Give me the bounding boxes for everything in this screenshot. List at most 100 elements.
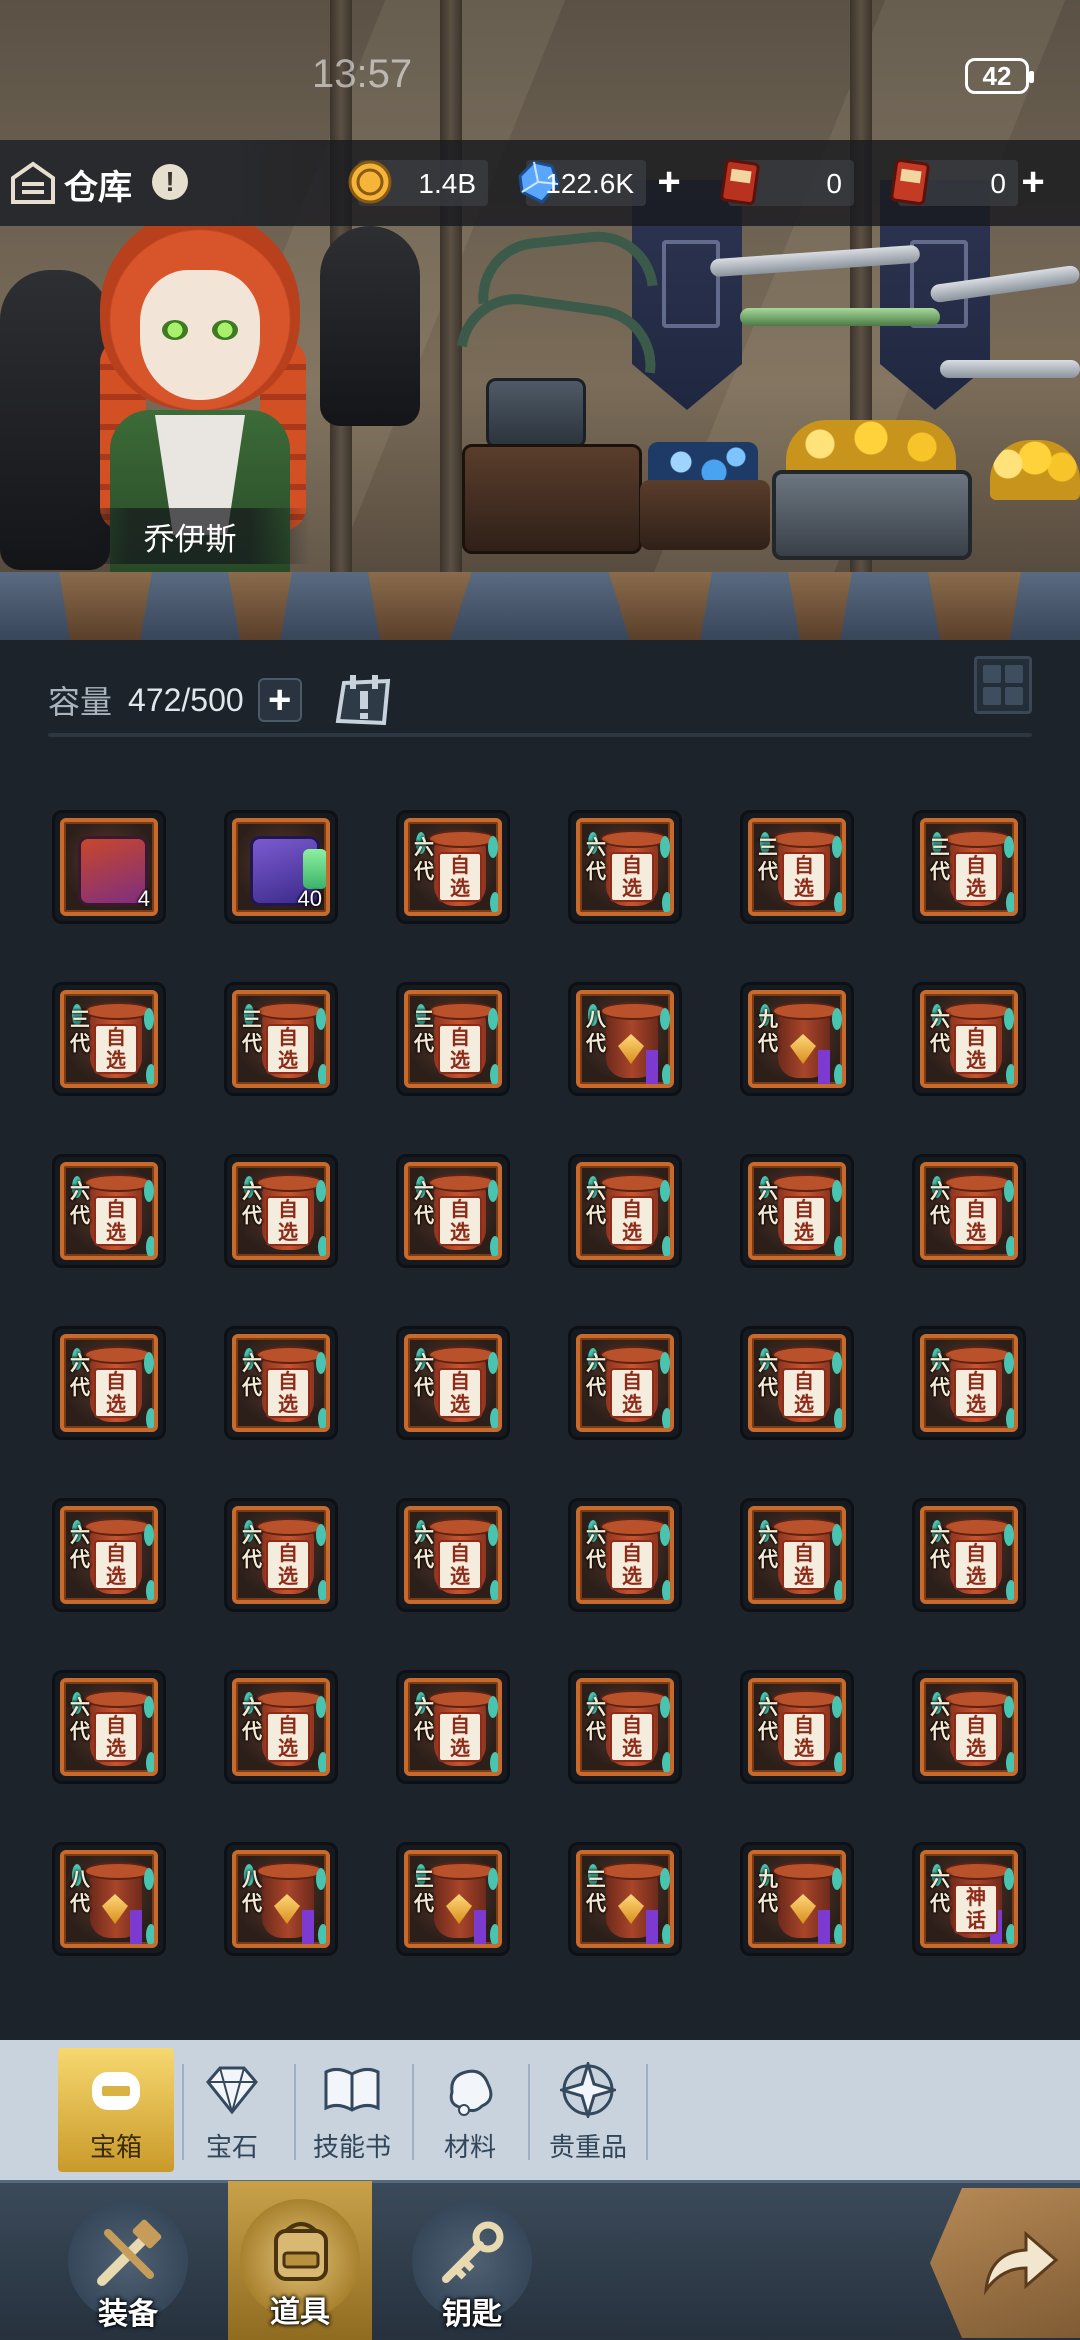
leaf-decoration xyxy=(1004,1524,1014,1546)
expand-capacity-button[interactable]: + xyxy=(257,678,302,722)
inventory-slot[interactable]: 自选三代 xyxy=(912,810,1026,924)
inventory-slot[interactable]: 八代 xyxy=(568,982,682,1096)
ribbon-decoration xyxy=(818,1910,830,1944)
leaf-decoration xyxy=(1006,1924,1014,1944)
tab-gem[interactable]: 宝石 xyxy=(174,2048,290,2172)
leaf-decoration xyxy=(832,1524,842,1546)
item-frame: 三代 xyxy=(404,1850,502,1948)
inventory-slot[interactable]: 自选六代 xyxy=(396,1154,510,1268)
item-frame: 自选三代 xyxy=(60,990,158,1088)
inventory-slot[interactable]: 自选六代 xyxy=(396,1670,510,1784)
inventory-slot[interactable]: 40 xyxy=(224,810,338,924)
inventory-slot[interactable]: 自选六代 xyxy=(52,1498,166,1612)
inventory-slot[interactable]: 自选六代 xyxy=(912,1670,1026,1784)
inventory-slot[interactable]: 自选六代 xyxy=(396,1498,510,1612)
inventory-slot[interactable]: 自选三代 xyxy=(396,982,510,1096)
generation-label: 六代 xyxy=(70,1181,90,1227)
capacity-value: 472/500 xyxy=(128,681,244,718)
generation-label: 六代 xyxy=(414,1353,434,1399)
item-frame: 自选六代 xyxy=(60,1678,158,1776)
nav-key[interactable]: 钥匙 xyxy=(400,2183,544,2340)
inventory-slot[interactable]: 自选六代 xyxy=(224,1670,338,1784)
leaf-decoration xyxy=(146,1580,154,1600)
inventory-slot[interactable]: 自选三代 xyxy=(224,982,338,1096)
nav-equipment[interactable]: 装备 xyxy=(56,2183,200,2340)
bottom-navigation: 装备 道具 钥匙 xyxy=(0,2180,1080,2340)
leaf-decoration xyxy=(832,1868,842,1890)
tab-chest[interactable]: 宝箱 xyxy=(58,2048,174,2172)
divider xyxy=(48,733,1032,737)
inventory-slot[interactable]: 自选三代 xyxy=(740,810,854,924)
inventory-slot[interactable]: 三代 xyxy=(396,1842,510,1956)
leaf-decoration xyxy=(490,1924,498,1944)
tab-material[interactable]: 材料 xyxy=(412,2048,528,2172)
tab-skill-book[interactable]: 技能书 xyxy=(294,2048,410,2172)
inventory-slot[interactable]: 自选六代 xyxy=(912,1326,1026,1440)
leaf-decoration xyxy=(1004,1008,1014,1030)
inventory-slot[interactable]: 九代 xyxy=(740,1842,854,1956)
inventory-slot[interactable]: 自选六代 xyxy=(740,1154,854,1268)
inventory-slot[interactable]: 4 xyxy=(52,810,166,924)
inventory-slot[interactable]: 八代 xyxy=(224,1842,338,1956)
compass-star-icon xyxy=(560,2062,616,2118)
generation-label: 八代 xyxy=(586,1009,606,1055)
generation-label: 六代 xyxy=(586,1697,606,1743)
item-count: 40 xyxy=(297,886,322,911)
leaf-decoration xyxy=(832,1008,842,1030)
inventory-slot[interactable]: 自选六代 xyxy=(568,1498,682,1612)
item-tag-label: 自选 xyxy=(610,1196,654,1246)
inventory-slot[interactable]: 神话六代 xyxy=(912,1842,1026,1956)
ribbon-decoration xyxy=(646,1910,658,1944)
inventory-slot[interactable]: 自选六代 xyxy=(568,1326,682,1440)
inventory-slot[interactable]: 八代 xyxy=(52,1842,166,1956)
inventory-slot[interactable]: 自选三代 xyxy=(52,982,166,1096)
tab-label: 技能书 xyxy=(312,2132,391,2162)
item-frame: 九代 xyxy=(748,990,846,1088)
generation-label: 九代 xyxy=(758,1009,778,1055)
inventory-slot[interactable]: 自选六代 xyxy=(224,1498,338,1612)
inventory-slot[interactable]: 自选六代 xyxy=(740,1498,854,1612)
inventory-slot[interactable]: 自选六代 xyxy=(568,810,682,924)
info-icon[interactable]: ! xyxy=(152,164,188,200)
item-tag-label: 自选 xyxy=(94,1712,138,1762)
inventory-slot[interactable]: 自选六代 xyxy=(740,1670,854,1784)
leaf-decoration xyxy=(316,1696,326,1718)
ticket-point-icon xyxy=(890,158,930,206)
add-ticket-button[interactable]: + xyxy=(1018,162,1048,202)
nav-items[interactable]: 道具 xyxy=(228,2181,372,2340)
leaf-decoration xyxy=(318,1752,326,1772)
inventory-slot[interactable]: 自选六代 xyxy=(52,1326,166,1440)
inventory-slot[interactable]: 自选六代 xyxy=(224,1154,338,1268)
add-diamond-button[interactable]: + xyxy=(654,162,684,202)
generation-label: 六代 xyxy=(586,837,606,883)
leaf-decoration xyxy=(662,892,670,912)
inventory-slot[interactable]: 自选六代 xyxy=(52,1670,166,1784)
inventory-slot[interactable]: 自选六代 xyxy=(912,1498,1026,1612)
item-frame: 九代 xyxy=(748,1850,846,1948)
inventory-slot[interactable]: 自选六代 xyxy=(568,1670,682,1784)
item-frame: 自选六代 xyxy=(232,1334,330,1432)
calendar-alert-icon[interactable] xyxy=(334,673,394,727)
inventory-slot[interactable]: 九代 xyxy=(740,982,854,1096)
item-frame: 神话六代 xyxy=(920,1850,1018,1948)
inventory-slot[interactable]: 自选六代 xyxy=(912,982,1026,1096)
inventory-slot[interactable]: 自选六代 xyxy=(396,1326,510,1440)
inventory-slot[interactable]: 自选六代 xyxy=(740,1326,854,1440)
item-frame: 自选六代 xyxy=(404,1678,502,1776)
back-button[interactable] xyxy=(930,2188,1080,2338)
generation-label: 六代 xyxy=(930,1525,950,1571)
inventory-slot[interactable]: 自选六代 xyxy=(396,810,510,924)
inventory-slot[interactable]: 三代 xyxy=(568,1842,682,1956)
item-frame: 自选六代 xyxy=(920,1678,1018,1776)
inventory-slot[interactable]: 自选六代 xyxy=(912,1154,1026,1268)
grid-view-toggle[interactable] xyxy=(974,656,1032,714)
inventory-slot[interactable]: 自选六代 xyxy=(52,1154,166,1268)
return-arrow-icon xyxy=(983,2230,1059,2296)
generation-label: 六代 xyxy=(242,1181,262,1227)
generation-label: 三代 xyxy=(586,1869,606,1915)
inventory-slot[interactable]: 自选六代 xyxy=(568,1154,682,1268)
item-count: 4 xyxy=(137,886,150,911)
leaf-decoration xyxy=(834,1752,842,1772)
inventory-slot[interactable]: 自选六代 xyxy=(224,1326,338,1440)
tab-valuables[interactable]: 贵重品 xyxy=(530,2048,646,2172)
